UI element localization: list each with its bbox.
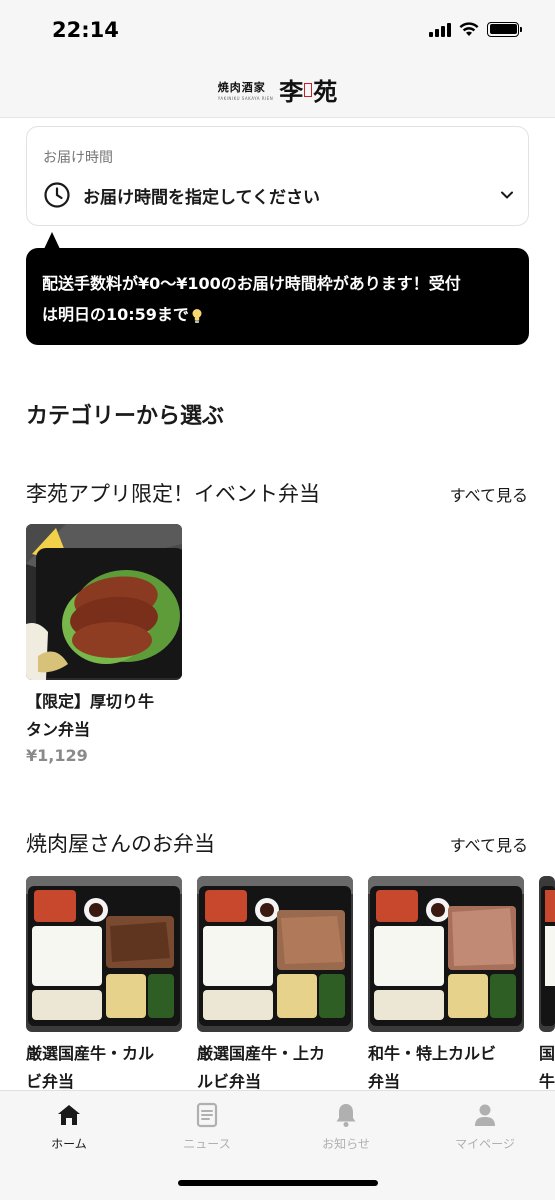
tooltip-line-1: 配送手数料が¥0〜¥100のお届け時間枠があります！受付 bbox=[42, 274, 461, 293]
delivery-fee-tooltip: 配送手数料が¥0〜¥100のお届け時間枠があります！受付 は明日の10:59まで bbox=[26, 248, 529, 345]
logo-seal-icon bbox=[304, 82, 313, 97]
product-name-line-2: タン弁当 bbox=[26, 720, 91, 739]
brand-logo[interactable]: 焼肉酒家 YAKINIKU SAKAYA RIEN 李 苑 bbox=[218, 72, 338, 107]
tab-home[interactable]: ホーム bbox=[0, 1101, 138, 1152]
delivery-time-value: お届け時間を指定してください bbox=[83, 187, 320, 208]
tooltip-line-2: は明日の10:59まで bbox=[42, 305, 189, 324]
home-icon bbox=[58, 1105, 80, 1125]
product-name-line-1: 【限定】厚切り牛 bbox=[26, 692, 155, 711]
status-bar: 22:14 bbox=[0, 0, 555, 62]
product-card[interactable]: 厳選国産牛・上カ ルビ弁当 bbox=[197, 876, 353, 1096]
logo-subtitle: 焼肉酒家 bbox=[217, 80, 266, 94]
app-header: 焼肉酒家 YAKINIKU SAKAYA RIEN 李 苑 bbox=[0, 62, 555, 118]
logo-tiny-text: YAKINIKU SAKAYA RIEN bbox=[217, 95, 274, 101]
tab-mypage[interactable]: マイページ bbox=[416, 1101, 554, 1152]
delivery-time-label: お届け時間 bbox=[43, 150, 113, 166]
tab-news-label: ニュース bbox=[183, 1137, 231, 1151]
tab-notifications[interactable]: お知らせ bbox=[277, 1101, 415, 1152]
product-card[interactable]: 国 牛 bbox=[539, 876, 555, 1096]
section-title-event-bento: 李苑アプリ限定！イベント弁当 bbox=[26, 482, 320, 506]
tooltip-arrow bbox=[44, 232, 60, 249]
person-icon bbox=[475, 1104, 495, 1126]
cellular-signal-icon bbox=[429, 21, 451, 37]
clock-icon bbox=[44, 182, 70, 208]
product-card[interactable]: 和牛・特上カルビ 弁当 bbox=[368, 876, 524, 1096]
light-bulb-icon bbox=[192, 308, 202, 323]
section-title-yakiniku-bento: 焼肉屋さんのお弁当 bbox=[26, 832, 215, 856]
tab-home-label: ホーム bbox=[51, 1137, 87, 1151]
status-time: 22:14 bbox=[52, 18, 119, 42]
logo-main: 李 苑 bbox=[279, 77, 338, 106]
bell-icon bbox=[336, 1104, 356, 1127]
tab-mypage-label: マイページ bbox=[455, 1137, 515, 1151]
product-name-line-1: 厳選国産牛・カル bbox=[26, 1044, 155, 1063]
home-indicator[interactable] bbox=[178, 1180, 378, 1186]
product-image bbox=[197, 876, 353, 1032]
see-all-link-yakiniku-bento[interactable]: すべて見る bbox=[450, 832, 528, 856]
product-image bbox=[26, 876, 182, 1032]
wifi-icon bbox=[459, 21, 479, 36]
battery-icon bbox=[487, 21, 522, 37]
tab-notifications-label: お知らせ bbox=[322, 1137, 370, 1151]
see-all-link-event-bento[interactable]: すべて見る bbox=[450, 482, 528, 506]
product-image bbox=[539, 876, 555, 1032]
product-image bbox=[368, 876, 524, 1032]
product-card[interactable]: 厳選国産牛・カル ビ弁当 bbox=[26, 876, 182, 1096]
chevron-down-icon[interactable] bbox=[499, 187, 515, 203]
product-name-line-1: 厳選国産牛・上カ bbox=[197, 1044, 326, 1063]
delivery-time-selector[interactable]: お届け時間 お届け時間を指定してください bbox=[26, 126, 529, 226]
product-image bbox=[26, 524, 182, 680]
product-price: ¥1,129 bbox=[26, 746, 88, 765]
product-name-line-1: 国 bbox=[539, 1044, 555, 1063]
delivery-time-row[interactable]: お届け時間を指定してください bbox=[43, 180, 515, 210]
status-icons bbox=[429, 21, 522, 37]
news-icon bbox=[196, 1102, 218, 1128]
category-heading: カテゴリーから選ぶ bbox=[26, 404, 225, 429]
tab-news[interactable]: ニュース bbox=[138, 1101, 276, 1152]
product-card[interactable]: 【限定】厚切り牛 タン弁当 ¥1,129 bbox=[26, 524, 182, 765]
product-name-line-1: 和牛・特上カルビ bbox=[368, 1044, 497, 1063]
